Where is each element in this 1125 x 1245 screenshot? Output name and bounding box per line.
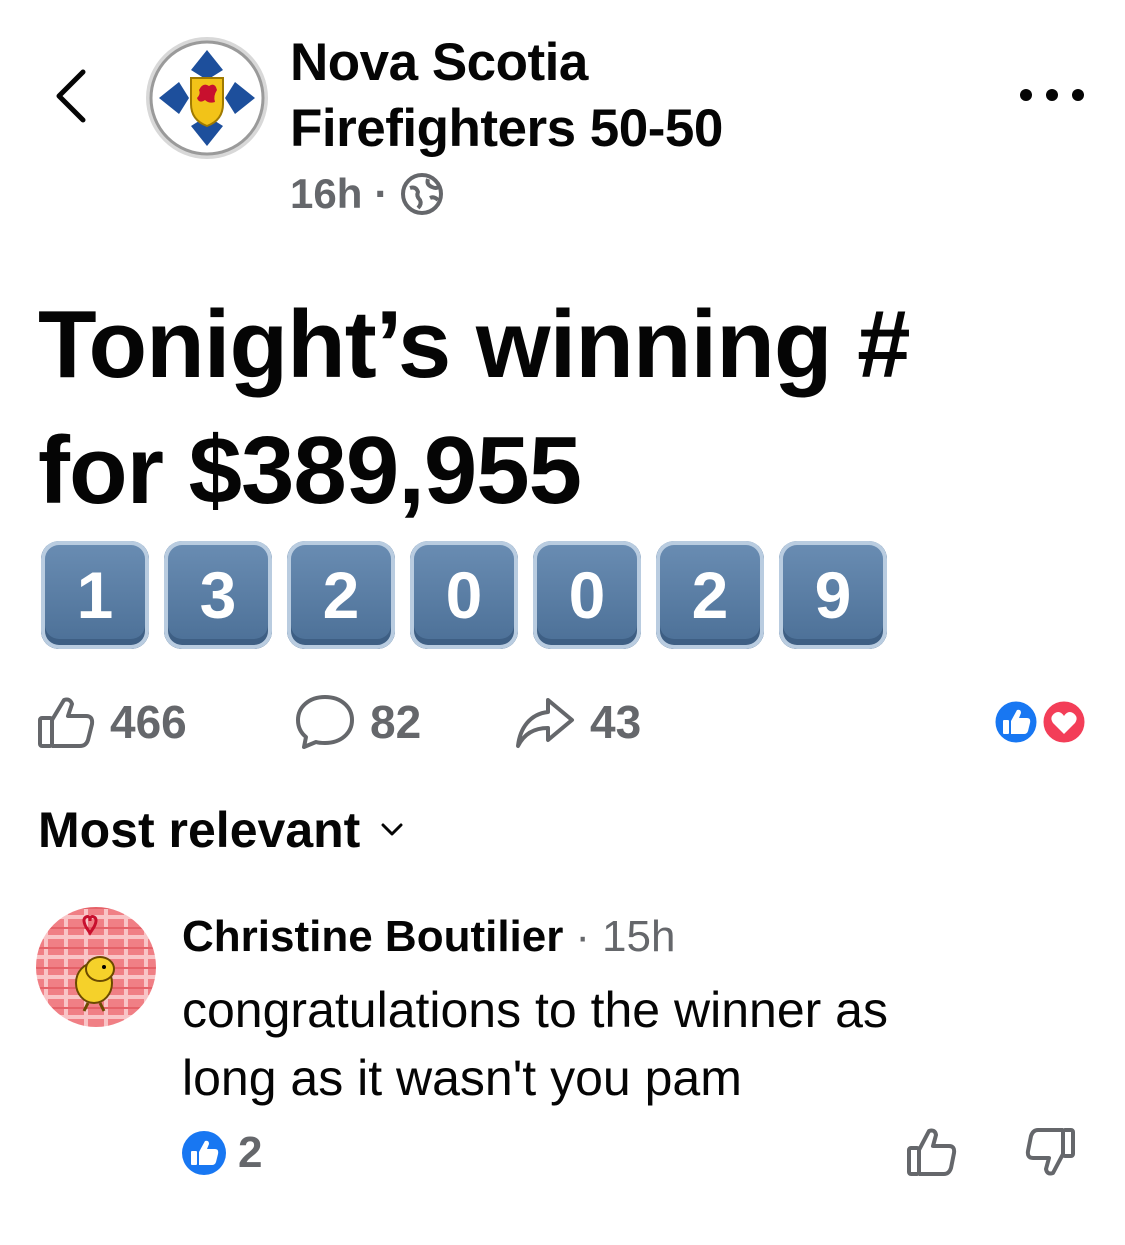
winning-number-keycaps: 1 3 2 0 0 2 9 [41,541,887,649]
like-reaction-icon [182,1131,226,1175]
chevron-down-icon [381,823,403,836]
back-button[interactable] [46,66,94,126]
keycap-digit: 2 [656,541,764,649]
page-name-line2: Firefighters 50-50 [290,99,723,158]
comment-like-button[interactable] [906,1126,958,1178]
more-dot-icon [1046,89,1058,101]
page-name[interactable]: Nova Scotia Firefighters 50-50 [290,30,890,162]
post-time[interactable]: 16h [290,170,362,218]
thumbs-up-icon [907,1128,957,1176]
like-count: 466 [110,696,187,748]
keycap-digit: 3 [164,541,272,649]
love-reaction-icon [1040,698,1088,746]
more-options-button[interactable] [1020,78,1084,112]
keycap-digit: 0 [410,541,518,649]
comment-body-line1: congratulations to the winner as [182,982,888,1038]
post-text: Tonight’s winning # for $389,955 [38,282,1098,534]
comment-button[interactable]: 82 [294,690,421,754]
share-arrow-icon [516,698,574,748]
comment-sort-dropdown[interactable]: Most relevant [38,798,404,862]
comment-count: 82 [370,696,422,748]
share-count: 43 [590,696,642,748]
comment-bubble-icon [296,695,354,749]
post-text-line1: Tonight’s winning # [38,291,911,398]
thumbs-up-icon [38,697,95,748]
keycap-digit: 9 [779,541,887,649]
comment-dislike-button[interactable] [1024,1126,1076,1178]
comment-body-line2: long as it wasn't you pam [182,1050,742,1106]
comment-reaction-count: 2 [238,1128,263,1177]
comment-header: Christine Boutilier · 15h [182,906,675,968]
reaction-summary[interactable] [990,698,1090,746]
thumbs-down-icon [1025,1128,1075,1176]
keycap-digit: 1 [41,541,149,649]
keycap-digit: 0 [533,541,641,649]
globe-icon [401,173,444,215]
woodstock-avatar-image [36,907,156,1027]
comment-separator: · [575,912,591,961]
sort-label: Most relevant [38,802,361,858]
page-avatar[interactable] [145,36,269,160]
meta-separator: · [374,170,389,217]
firefighter-maltese-cross-logo [146,37,268,159]
page-name-line1: Nova Scotia [290,33,588,92]
keycap-digit: 2 [287,541,395,649]
like-reaction-icon [992,698,1040,746]
comment-author[interactable]: Christine Boutilier [182,912,563,962]
post-meta: 16h · [290,170,444,218]
comment-time[interactable]: 15h [602,912,675,962]
comment-body: congratulations to the winner as long as… [182,976,1082,1112]
comment-reactions[interactable]: 2 [180,1127,262,1179]
commenter-avatar[interactable] [36,907,156,1027]
post-text-line2: for $389,955 [38,417,582,524]
share-button[interactable]: 43 [514,690,641,754]
like-button[interactable]: 466 [36,690,187,754]
more-dot-icon [1072,89,1084,101]
chevron-left-icon [56,69,86,123]
more-dot-icon [1020,89,1032,101]
